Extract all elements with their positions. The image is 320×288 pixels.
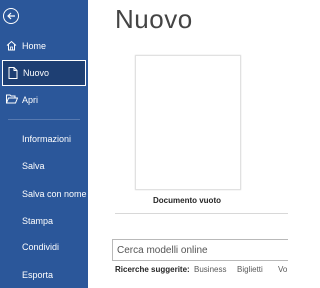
sidebar-item-label: Informazioni [22,134,72,144]
sidebar-item-label: Apri [22,95,39,105]
template-label: Documento vuoto [153,196,221,205]
sidebar-item-save[interactable]: Salva [0,153,88,179]
backstage-main: Nuovo Documento vuoto Ricerche suggerite… [88,0,288,288]
suggested-searches-label: Ricerche suggerite: [115,265,190,274]
template-search-input[interactable] [117,241,277,260]
template-search-box[interactable] [112,239,288,261]
back-button[interactable] [3,8,19,24]
sidebar-divider [8,119,80,120]
sidebar-item-label: Condividi [22,242,60,252]
sidebar-item-label: Esporta [22,270,54,280]
page-title: Nuovo [115,4,193,34]
sidebar-item-info[interactable]: Informazioni [0,126,88,152]
back-arrow-icon [7,12,15,20]
sidebar-item-print[interactable]: Stampa [0,208,88,234]
backstage-sidebar: Home Nuovo Apri Informazioni Salva Salva… [0,0,88,288]
sidebar-item-label: Stampa [22,216,54,226]
suggested-search-business[interactable]: Business [194,265,226,274]
sidebar-item-export[interactable]: Esporta [0,262,88,288]
sidebar-item-open[interactable]: Apri [0,87,88,113]
section-divider [115,213,288,214]
sidebar-item-home[interactable]: Home [0,33,88,59]
suggested-searches: Ricerche suggerite: Business Biglietti V… [115,265,288,277]
suggested-search-truncated[interactable]: Vo [278,265,287,274]
sidebar-item-label: Salva [22,161,45,171]
home-icon [6,40,17,51]
sidebar-item-label: Nuovo [23,68,50,78]
sidebar-item-label: Home [22,41,47,51]
sidebar-item-share[interactable]: Condividi [0,234,88,260]
new-document-icon [8,67,18,79]
suggested-search-biglietti[interactable]: Biglietti [237,265,263,274]
open-folder-icon [6,94,18,104]
sidebar-item-save-as[interactable]: Salva con nome [0,181,88,207]
sidebar-item-new[interactable]: Nuovo [2,60,86,86]
sidebar-item-label: Salva con nome [22,189,87,199]
blank-document-template[interactable] [135,55,241,190]
